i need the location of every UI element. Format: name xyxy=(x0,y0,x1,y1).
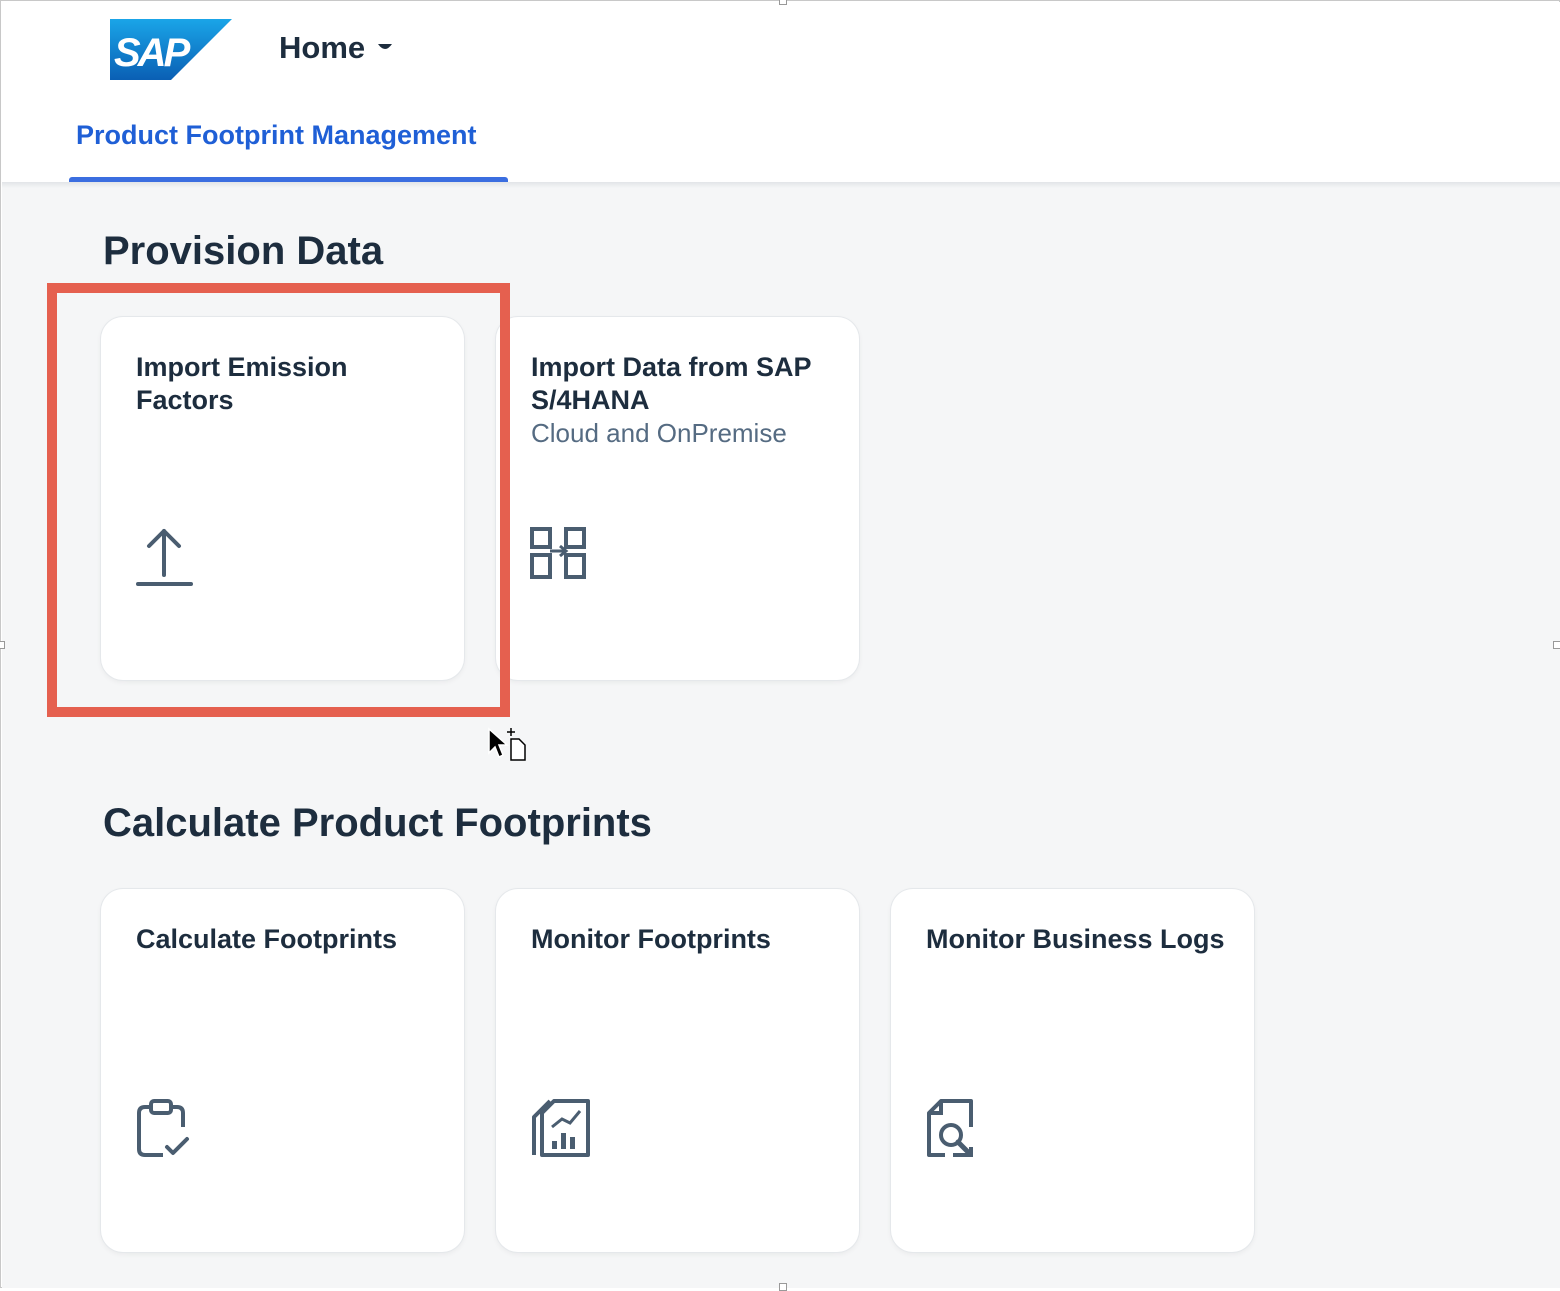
data-exchange-icon xyxy=(530,527,586,579)
tab-label: Product Footprint Management xyxy=(76,120,477,150)
tile-title: Import Data from SAP S/4HANA xyxy=(531,352,812,415)
sap-logo-text: SAP xyxy=(114,31,191,75)
section-title-calculate-product-footprints: Calculate Product Footprints xyxy=(103,801,652,845)
tile-import-data-s4hana[interactable]: Import Data from SAP S/4HANA Cloud and O… xyxy=(496,317,859,680)
report-chart-icon xyxy=(532,1099,590,1157)
document-search-icon xyxy=(927,1099,973,1157)
sap-logo[interactable]: SAP xyxy=(110,19,232,80)
shell-divider xyxy=(2,182,1560,188)
tile-calculate-footprints[interactable]: Calculate Footprints xyxy=(101,889,464,1252)
clipboard-check-icon xyxy=(137,1099,189,1157)
chevron-down-icon xyxy=(378,44,393,49)
resize-handle-top[interactable] xyxy=(779,0,787,5)
shell-bar: SAP Home Product Footprint Management xyxy=(2,2,1560,183)
launchpad-content: Provision Data Import Emission Factors I… xyxy=(2,182,1560,1288)
tile-subtitle: Cloud and OnPremise xyxy=(531,418,787,448)
upload-icon xyxy=(136,529,193,586)
tile-title: Import Emission Factors xyxy=(136,352,348,415)
tile-title: Monitor Business Logs xyxy=(926,924,1225,954)
resize-handle-left[interactable] xyxy=(0,641,5,649)
resize-handle-right[interactable] xyxy=(1553,641,1560,649)
tile-import-emission-factors[interactable]: Import Emission Factors xyxy=(101,317,464,680)
home-label: Home xyxy=(279,30,366,65)
app-window: SAP Home Product Footprint Management Pr… xyxy=(0,0,1560,1291)
tile-monitor-business-logs[interactable]: Monitor Business Logs xyxy=(891,889,1254,1252)
copy-cursor-icon xyxy=(488,727,526,761)
tile-title: Monitor Footprints xyxy=(531,924,771,954)
section-title-provision-data: Provision Data xyxy=(103,229,384,273)
tile-monitor-footprints[interactable]: Monitor Footprints xyxy=(496,889,859,1252)
tab-product-footprint-management[interactable]: Product Footprint Management xyxy=(69,114,508,183)
tile-title: Calculate Footprints xyxy=(136,924,398,954)
resize-handle-bottom[interactable] xyxy=(779,1283,787,1291)
home-menu-button[interactable]: Home xyxy=(279,28,393,68)
